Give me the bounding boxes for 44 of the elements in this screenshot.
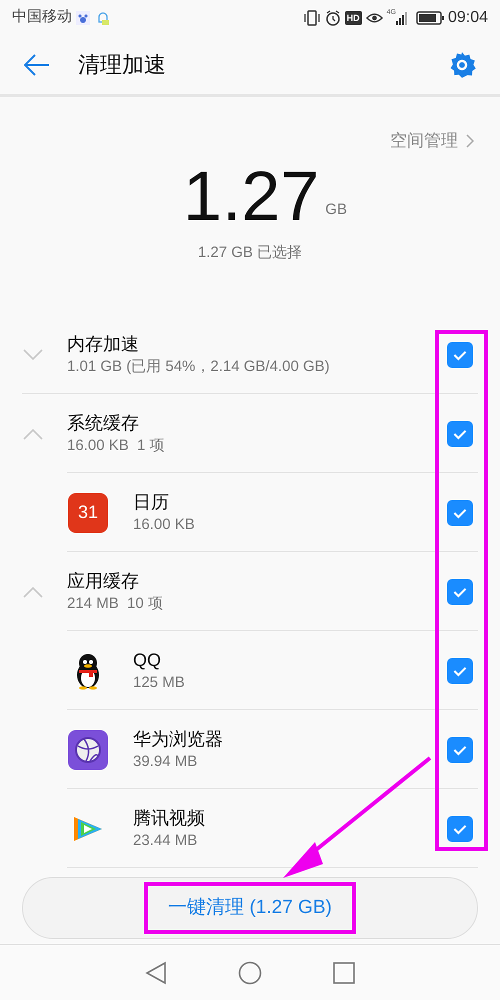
eye-icon <box>366 12 383 24</box>
home-icon[interactable] <box>238 960 262 984</box>
alarm-icon <box>324 10 341 26</box>
globe-app-icon <box>68 730 108 770</box>
back-icon[interactable] <box>145 960 168 984</box>
app-size: 23.44 MB <box>133 830 198 850</box>
hd-badge: HD <box>344 10 362 24</box>
checkbox[interactable] <box>447 736 473 762</box>
app-size: 125 MB <box>133 672 186 692</box>
battery-icon <box>416 10 444 24</box>
cleanable-amount: 1.27 <box>183 160 320 232</box>
checkbox[interactable] <box>447 816 473 842</box>
calendar-app-icon: 31 <box>68 492 108 532</box>
app-name: 日历 <box>133 490 170 514</box>
checkbox[interactable] <box>447 500 473 526</box>
app-name: QQ <box>133 648 162 672</box>
signal-icon <box>396 10 408 24</box>
group-detail: 16.00 KB 1 项 <box>67 436 166 456</box>
settings-icon[interactable] <box>448 50 476 78</box>
checkbox[interactable] <box>447 658 473 684</box>
app-size: 16.00 KB <box>133 514 196 534</box>
group-title: 内存加速 <box>67 332 140 356</box>
space-management-link[interactable]: 空间管理 <box>390 128 458 154</box>
paw-icon <box>76 10 90 24</box>
carrier-name: 中国移动 <box>12 7 72 28</box>
app-size: 39.94 MB <box>133 752 198 772</box>
group-title: 应用缓存 <box>67 570 140 592</box>
clock-time: 09:04 <box>448 8 488 28</box>
group-detail: 1.01 GB (已用 54%，2.14 GB/4.00 GB) <box>67 356 331 376</box>
group-title: 系统缓存 <box>67 412 140 434</box>
back-arrow-icon[interactable] <box>24 54 50 76</box>
group-detail: 214 MB 10 项 <box>67 594 164 614</box>
recent-apps-icon[interactable] <box>332 962 355 984</box>
amount-unit: GB <box>325 200 347 220</box>
page-title: 清理加速 <box>78 51 166 79</box>
chevron-right-icon <box>466 134 474 148</box>
app-name: 腾讯视频 <box>133 806 206 830</box>
checkbox[interactable] <box>447 420 473 446</box>
checkbox[interactable] <box>447 342 473 368</box>
clean-button[interactable]: 一键清理 (1.27 GB) <box>22 877 478 939</box>
app-name: 华为浏览器 <box>133 728 224 750</box>
vibrate-icon <box>302 10 321 26</box>
selected-summary: 1.27 GB 已选择 <box>198 242 302 262</box>
checkbox[interactable] <box>447 578 473 604</box>
